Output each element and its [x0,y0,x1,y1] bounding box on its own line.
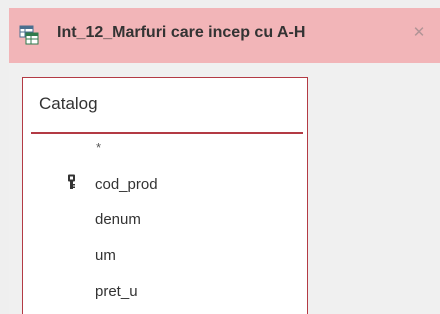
field-denum[interactable]: denum [95,211,141,228]
field-pret-u[interactable]: pret_u [95,283,138,300]
field-um[interactable]: um [95,247,116,264]
document-tab[interactable]: Int_12_Marfuri care incep cu A-H ✕ [9,8,440,63]
field-cod-prod[interactable]: cod_prod [95,176,158,193]
table-field-list[interactable]: Catalog * cod_prod denum um pret_u [22,77,308,314]
tab-title: Int_12_Marfuri care incep cu A-H [57,24,306,41]
query-icon [19,25,39,45]
close-icon[interactable]: ✕ [410,24,428,42]
query-design-window: Int_12_Marfuri care incep cu A-H ✕ Catal… [0,0,440,314]
primary-key-icon [67,174,76,189]
table-title: Catalog [39,94,98,113]
field-all-columns[interactable]: * [96,140,101,155]
table-title-divider [31,132,303,134]
